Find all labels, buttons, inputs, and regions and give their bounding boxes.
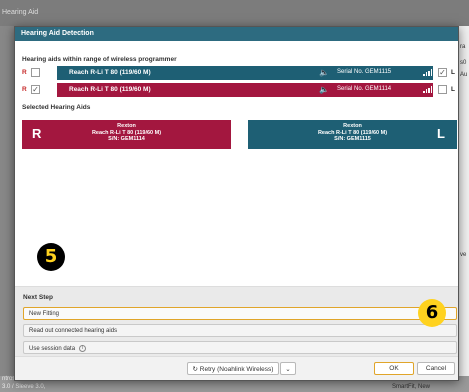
option-label: Read out connected hearing aids <box>29 328 118 334</box>
in-range-heading: Hearing aids within range of wireless pr… <box>22 56 177 63</box>
serial-number: S/N: GEM1114 <box>108 136 145 142</box>
background-title-text: Hearing Aid <box>2 9 39 16</box>
side-label-left: L <box>451 69 455 76</box>
use-session-data-option[interactable]: Use session data i <box>23 341 457 354</box>
speaker-icon[interactable]: 🔈 <box>319 68 329 77</box>
background-left-panel <box>0 26 14 376</box>
hearing-aid-bar[interactable]: Reach R-Li T 80 (119/60 M) 🔈 Serial No. … <box>57 83 433 97</box>
right-card-info: Rexton Reach R-Li T 80 (119/60 M) S/N: G… <box>22 123 231 143</box>
select-left-checkbox[interactable] <box>438 85 447 94</box>
left-card-info: Rexton Reach R-Li T 80 (119/60 M) S/N: G… <box>248 123 457 143</box>
background-title: Hearing Aid <box>0 0 469 26</box>
signal-icon <box>423 86 432 93</box>
select-left-checkbox[interactable]: ✓ <box>438 68 447 77</box>
select-right-checkbox[interactable] <box>31 68 40 77</box>
callout-five-badge: 5 <box>37 243 65 271</box>
background-label: Au <box>460 72 468 78</box>
option-label: Use session data <box>29 346 76 353</box>
dialog-footer: ↻ Retry (Noahlink Wireless) ⌄ OK Cancel <box>15 356 458 380</box>
serial-number: Serial No. GEM1114 <box>337 86 392 92</box>
in-range-row: R ✓ Reach R-Li T 80 (119/60 M) 🔈 Serial … <box>22 83 457 97</box>
retry-button[interactable]: ↻ Retry (Noahlink Wireless) <box>187 362 279 375</box>
next-step-panel: Next Step New Fitting Read out connected… <box>15 286 458 356</box>
side-label-left: L <box>451 86 455 93</box>
device-name: Reach R-Li T 80 (119/60 M) <box>69 69 151 76</box>
background-label: s0 <box>460 60 467 66</box>
side-label-right: R <box>22 86 27 93</box>
selected-right-card[interactable]: R Rexton Reach R-Li T 80 (119/60 M) S/N:… <box>22 120 231 149</box>
dialog-title: Hearing Aid Detection <box>15 27 458 41</box>
cancel-button[interactable]: Cancel <box>417 362 455 375</box>
background-status-text: SmartFit, New <box>392 384 431 390</box>
hearing-aid-detection-dialog: Hearing Aid Detection Hearing aids withi… <box>14 26 459 381</box>
in-range-row: R Reach R-Li T 80 (119/60 M) 🔈 Serial No… <box>22 66 457 80</box>
retry-label: Retry (Noahlink Wireless) <box>199 366 274 373</box>
callout-six-badge: 6 <box>418 299 446 327</box>
device-name: Reach R-Li T 80 (119/60 M) <box>69 86 151 93</box>
signal-icon <box>423 69 432 76</box>
serial-number: S/N: GEM1115 <box>334 136 371 142</box>
selected-left-card[interactable]: L Rexton Reach R-Li T 80 (119/60 M) S/N:… <box>248 120 457 149</box>
speaker-icon[interactable]: 🔈 <box>319 85 329 94</box>
side-label-right: R <box>22 69 27 76</box>
background-status-text: 3.0 / Sleeve 3.0, <box>2 384 46 390</box>
refresh-icon: ↻ <box>192 366 198 373</box>
background-label: ra <box>460 44 466 50</box>
chevron-down-icon: ⌄ <box>285 366 291 373</box>
option-label: New Fitting <box>29 311 60 317</box>
hearing-aid-bar[interactable]: Reach R-Li T 80 (119/60 M) 🔈 Serial No. … <box>57 66 433 80</box>
serial-number: Serial No. GEM1115 <box>337 69 392 75</box>
select-right-checkbox[interactable]: ✓ <box>31 85 40 94</box>
background-right-panel: ra s0 Au ve <box>459 26 469 376</box>
ok-button[interactable]: OK <box>374 362 414 375</box>
selected-heading: Selected Hearing Aids <box>22 104 91 111</box>
read-out-option[interactable]: Read out connected hearing aids <box>23 324 457 337</box>
next-step-heading: Next Step <box>23 294 53 301</box>
retry-dropdown-button[interactable]: ⌄ <box>280 362 296 375</box>
background-label: ve <box>460 252 467 258</box>
info-icon[interactable]: i <box>79 345 87 352</box>
new-fitting-option[interactable]: New Fitting <box>23 307 457 320</box>
